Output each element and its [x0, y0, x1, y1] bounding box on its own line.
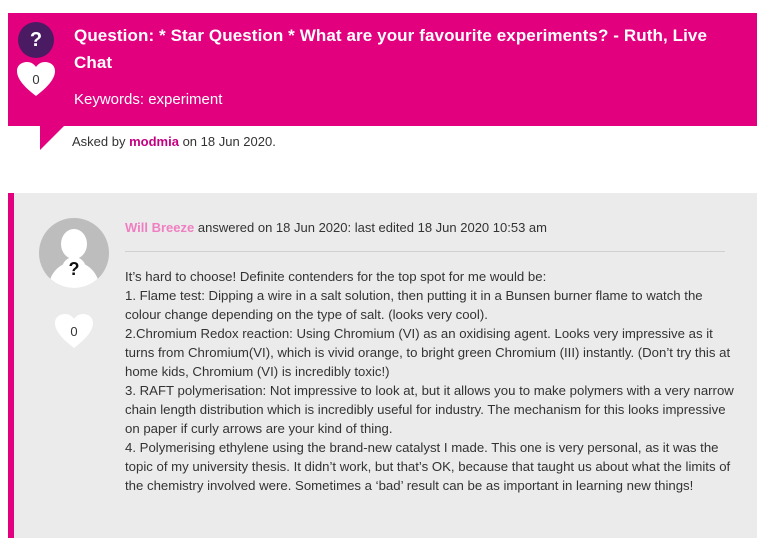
- question-keywords: Keywords: experiment: [74, 91, 223, 108]
- question-like-count: 0: [32, 72, 40, 87]
- asked-by-line: Asked by modmia on 18 Jun 2020.: [72, 134, 276, 149]
- question-title: Question: * Star Question * What are you…: [74, 26, 708, 72]
- avatar-question-icon: ?: [62, 257, 86, 281]
- question-like-button[interactable]: 0: [17, 62, 55, 98]
- asker-link[interactable]: modmia: [129, 134, 179, 149]
- answer-like-button[interactable]: 0: [54, 314, 94, 350]
- answer-author-link[interactable]: Will Breeze: [125, 220, 194, 235]
- question-header-tail: [40, 126, 64, 150]
- answer-meta-text: answered on 18 Jun 2020: last edited 18 …: [197, 220, 547, 235]
- answer-line: It’s hard to choose! Definite contenders…: [125, 269, 547, 284]
- answer-meta: Will Breeze answered on 18 Jun 2020: las…: [125, 220, 547, 235]
- answer-like-count: 0: [70, 324, 78, 339]
- answer-line: 1. Flame test: Dipping a wire in a salt …: [125, 288, 703, 322]
- asked-by-prefix: Asked by: [72, 134, 126, 149]
- answer-body: It’s hard to choose! Definite contenders…: [125, 267, 737, 495]
- answer-accent-bar: [8, 193, 14, 538]
- asked-date: on 18 Jun 2020.: [182, 134, 276, 149]
- answer-line: 4. Polymerising ethylene using the brand…: [125, 440, 731, 493]
- avatar-head: [61, 229, 87, 259]
- answer-line: 3. RAFT polymerisation: Not impressive t…: [125, 383, 734, 436]
- question-mark-icon: ?: [18, 22, 54, 58]
- answer-line: 2.Chromium Redox reaction: Using Chromiu…: [125, 326, 731, 379]
- answer-divider: [125, 251, 725, 252]
